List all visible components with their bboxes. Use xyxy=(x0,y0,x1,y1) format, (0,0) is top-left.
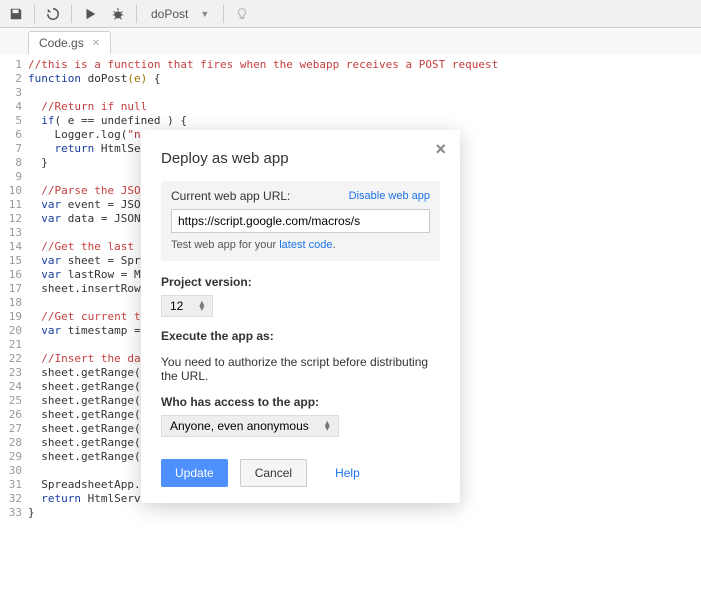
line-number: 29 xyxy=(0,450,28,464)
toolbar: doPost ▼ xyxy=(0,0,701,28)
line-number: 22 xyxy=(0,352,28,366)
line-number: 30 xyxy=(0,464,28,478)
authorize-message: You need to authorize the script before … xyxy=(161,355,440,383)
help-button[interactable] xyxy=(230,3,254,25)
test-webapp-text: Test web app for your latest code. xyxy=(171,239,430,251)
line-number: 13 xyxy=(0,226,28,240)
webapp-url-input[interactable] xyxy=(171,209,430,233)
url-panel: Current web app URL: Disable web app Tes… xyxy=(161,181,440,261)
select-arrows-icon: ▴▾ xyxy=(325,421,330,431)
line-number: 9 xyxy=(0,170,28,184)
line-number: 20 xyxy=(0,324,28,338)
line-number: 25 xyxy=(0,394,28,408)
save-button[interactable] xyxy=(4,3,28,25)
dialog-close-button[interactable]: × xyxy=(435,140,446,158)
separator xyxy=(71,5,72,23)
line-number: 14 xyxy=(0,240,28,254)
line-number: 26 xyxy=(0,408,28,422)
chevron-down-icon: ▼ xyxy=(200,9,209,19)
line-gutter: 1234567891011121314151617181920212223242… xyxy=(0,54,28,600)
line-number: 33 xyxy=(0,506,28,520)
separator xyxy=(136,5,137,23)
line-number: 18 xyxy=(0,296,28,310)
latest-code-link[interactable]: latest code xyxy=(279,239,332,251)
access-label: Who has access to the app: xyxy=(161,395,440,409)
tab-bar: Code.gs ✕ xyxy=(0,28,701,54)
run-button[interactable] xyxy=(78,3,102,25)
line-number: 27 xyxy=(0,422,28,436)
function-select-label: doPost xyxy=(151,7,188,21)
update-button[interactable]: Update xyxy=(161,459,228,487)
play-icon xyxy=(83,7,97,21)
line-number: 12 xyxy=(0,212,28,226)
line-number: 3 xyxy=(0,86,28,100)
disable-webapp-link[interactable]: Disable web app xyxy=(349,190,430,202)
line-number: 19 xyxy=(0,310,28,324)
project-version-value: 12 xyxy=(170,299,183,313)
line-number: 7 xyxy=(0,142,28,156)
lightbulb-icon xyxy=(235,7,249,21)
access-value: Anyone, even anonymous xyxy=(170,419,309,433)
project-version-select[interactable]: 12 ▴▾ xyxy=(161,295,213,317)
line-number: 6 xyxy=(0,128,28,142)
undo-icon xyxy=(46,7,60,21)
line-number: 4 xyxy=(0,100,28,114)
select-arrows-icon: ▴▾ xyxy=(199,301,204,311)
tab-code-gs[interactable]: Code.gs ✕ xyxy=(28,31,111,54)
separator xyxy=(34,5,35,23)
line-number: 10 xyxy=(0,184,28,198)
dialog-title: Deploy as web app xyxy=(161,150,440,167)
dialog-buttons: Update Cancel Help xyxy=(161,459,440,487)
line-number: 2 xyxy=(0,72,28,86)
line-number: 5 xyxy=(0,114,28,128)
line-number: 23 xyxy=(0,366,28,380)
line-number: 31 xyxy=(0,478,28,492)
access-select[interactable]: Anyone, even anonymous ▴▾ xyxy=(161,415,339,437)
line-number: 28 xyxy=(0,436,28,450)
separator xyxy=(223,5,224,23)
line-number: 21 xyxy=(0,338,28,352)
line-number: 1 xyxy=(0,58,28,72)
tab-label: Code.gs xyxy=(39,36,84,50)
line-number: 15 xyxy=(0,254,28,268)
line-number: 32 xyxy=(0,492,28,506)
line-number: 16 xyxy=(0,268,28,282)
project-version-label: Project version: xyxy=(161,275,440,289)
current-url-label: Current web app URL: xyxy=(171,189,290,203)
bug-icon xyxy=(111,7,125,21)
save-icon xyxy=(9,7,23,21)
help-link[interactable]: Help xyxy=(335,466,360,480)
cancel-button[interactable]: Cancel xyxy=(240,459,307,487)
line-number: 8 xyxy=(0,156,28,170)
line-number: 17 xyxy=(0,282,28,296)
line-number: 24 xyxy=(0,380,28,394)
undo-button[interactable] xyxy=(41,3,65,25)
debug-button[interactable] xyxy=(106,3,130,25)
deploy-dialog: × Deploy as web app Current web app URL:… xyxy=(141,130,460,503)
execute-as-label: Execute the app as: xyxy=(161,329,440,343)
function-select[interactable]: doPost ▼ xyxy=(143,3,217,25)
line-number: 11 xyxy=(0,198,28,212)
close-icon[interactable]: ✕ xyxy=(92,38,100,49)
